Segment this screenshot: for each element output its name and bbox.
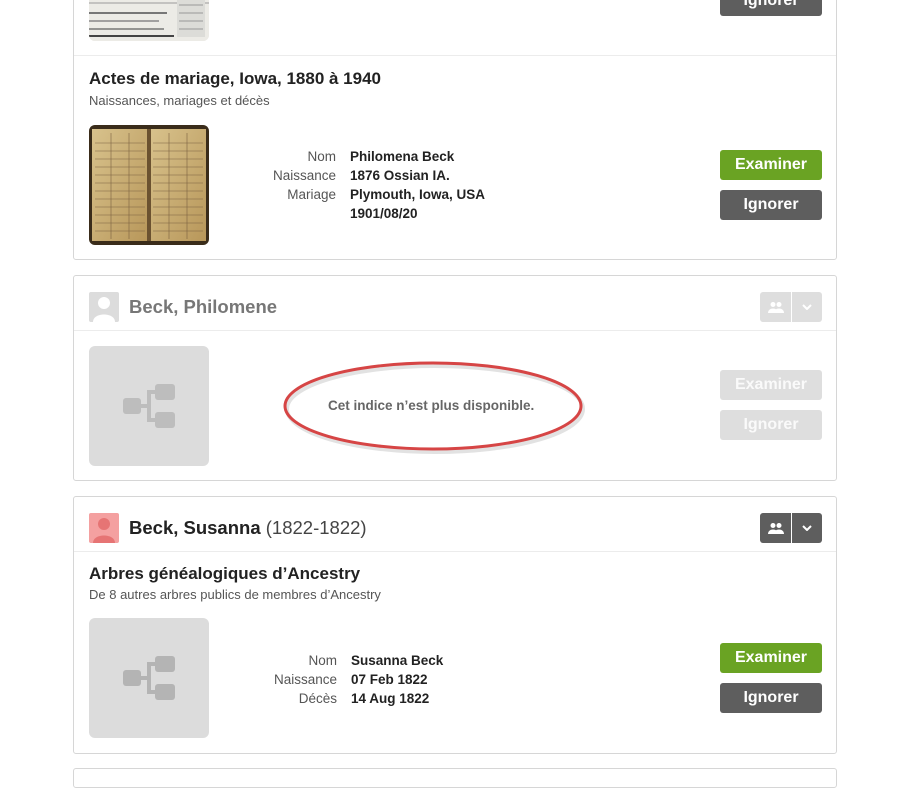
field-value: 07 Feb 1822 bbox=[351, 672, 428, 687]
field-value: 14 Aug 1822 bbox=[351, 691, 430, 706]
ignore-button-top[interactable]: Ignorer bbox=[720, 0, 822, 16]
tree-placeholder bbox=[89, 346, 209, 466]
document-image bbox=[89, 0, 209, 41]
ignore-button[interactable]: Ignorer bbox=[720, 410, 822, 440]
field-value: Susanna Beck bbox=[351, 653, 444, 668]
field-row: Nom Philomena Beck bbox=[264, 147, 485, 166]
field-label: Mariage bbox=[287, 187, 336, 202]
field-value: 1901/08/20 bbox=[350, 206, 418, 221]
tree-icon bbox=[123, 384, 175, 428]
ignore-button[interactable]: Ignorer bbox=[720, 190, 822, 220]
person-years: (1822-1822) bbox=[265, 517, 367, 538]
people-icon[interactable] bbox=[760, 292, 792, 322]
hint-title: Actes de mariage, Iowa, 1880 à 1940 bbox=[89, 69, 382, 88]
field-label: Nom bbox=[308, 653, 337, 668]
annotation-ellipse bbox=[283, 361, 585, 454]
person-card-philomene: Beck, Philomene Cet indice n’est plus di… bbox=[73, 275, 837, 481]
record-fields: Nom Philomena Beck Naissance 1876 Ossian I… bbox=[264, 147, 485, 223]
hint-subtitle: De 8 autres arbres publics de membres d’… bbox=[89, 587, 381, 602]
person-actions bbox=[760, 513, 822, 543]
divider bbox=[74, 55, 836, 56]
tree-icon bbox=[123, 656, 175, 700]
record-fields: Nom Susanna Beck Naissance 07 Feb 1822 Déc… bbox=[264, 651, 443, 708]
next-card bbox=[73, 768, 837, 788]
field-label: Nom bbox=[307, 149, 336, 164]
field-label bbox=[264, 204, 336, 223]
field-label: Décès bbox=[298, 691, 337, 706]
review-button[interactable]: Examiner bbox=[720, 150, 822, 180]
person-actions bbox=[760, 292, 822, 322]
person-avatar-female-icon bbox=[89, 513, 119, 543]
review-button[interactable]: Examiner bbox=[720, 643, 822, 673]
divider bbox=[74, 551, 836, 552]
tree-placeholder[interactable] bbox=[89, 618, 209, 738]
field-row: Décès 14 Aug 1822 bbox=[264, 689, 443, 708]
person-card-susanna: Beck, Susanna (1822-1822) Arbres généalo… bbox=[73, 496, 837, 754]
people-icon[interactable] bbox=[760, 513, 792, 543]
chevron-down-icon[interactable] bbox=[792, 292, 822, 322]
review-button[interactable]: Examiner bbox=[720, 370, 822, 400]
census-thumbnail[interactable] bbox=[89, 0, 209, 41]
field-row: Naissance 07 Feb 1822 bbox=[264, 670, 443, 689]
field-value: Plymouth, Iowa, USA bbox=[350, 187, 486, 202]
field-row: Nom Susanna Beck bbox=[264, 651, 443, 670]
ledger-image bbox=[89, 125, 209, 245]
field-value: 1876 Ossian IA. bbox=[350, 168, 450, 183]
person-name[interactable]: Beck, Susanna (1822-1822) bbox=[129, 517, 367, 539]
divider bbox=[74, 330, 836, 331]
field-row: Naissance 1876 Ossian IA. bbox=[264, 166, 485, 185]
ignore-button[interactable]: Ignorer bbox=[720, 683, 822, 713]
person-avatar-icon bbox=[89, 292, 119, 322]
hint-title: Arbres généalogiques d’Ancestry bbox=[89, 564, 361, 583]
hint-card-marriage: Ignorer Actes de mariage, Iowa, 1880 à 1… bbox=[73, 0, 837, 260]
field-label: Naissance bbox=[273, 672, 337, 687]
field-value: Philomena Beck bbox=[350, 149, 455, 164]
chevron-down-icon[interactable] bbox=[792, 513, 822, 543]
record-thumbnail[interactable] bbox=[89, 125, 209, 245]
field-label: Naissance bbox=[272, 168, 336, 183]
person-name[interactable]: Beck, Philomene bbox=[129, 296, 277, 318]
field-row: Mariage Plymouth, Iowa, USA bbox=[264, 185, 485, 204]
field-row: 1901/08/20 bbox=[264, 204, 485, 223]
hint-subtitle: Naissances, mariages et décès bbox=[89, 93, 270, 108]
person-name-text: Beck, Susanna bbox=[129, 517, 261, 538]
